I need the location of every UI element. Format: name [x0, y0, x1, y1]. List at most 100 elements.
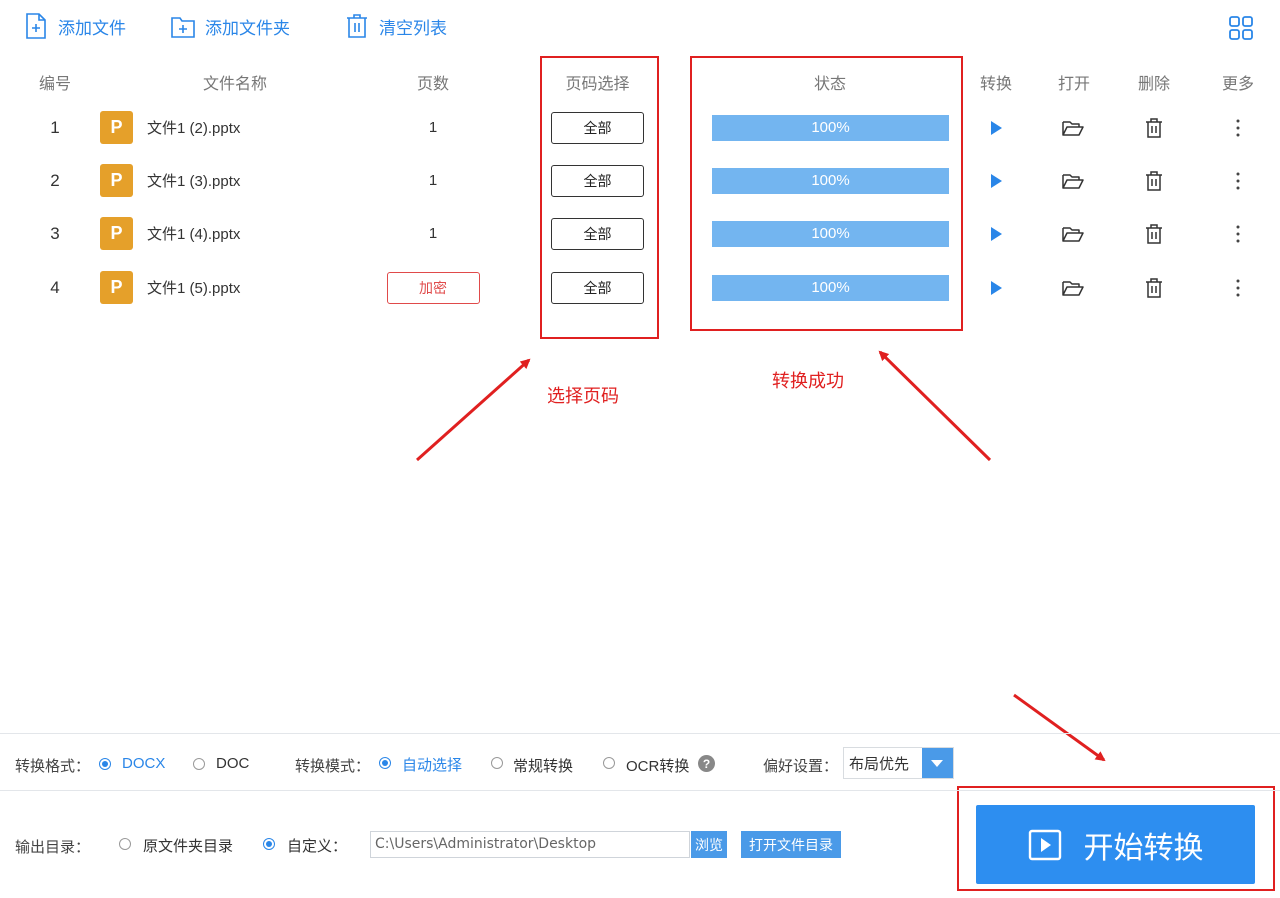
delete-button[interactable]: [1134, 207, 1174, 260]
row-number: 2: [50, 170, 60, 190]
mode-auto-label[interactable]: 自动选择: [402, 754, 462, 775]
start-convert-label: 开始转换: [1083, 831, 1204, 865]
grid-view-icon[interactable]: [1228, 15, 1254, 41]
file-cell: P 文件1 (3).pptx: [100, 154, 380, 207]
page-select-highlight-box: [540, 56, 659, 339]
start-convert-button[interactable]: 开始转换: [976, 805, 1255, 884]
row-number: 3: [50, 223, 60, 243]
file-cell: P 文件1 (4).pptx: [100, 207, 380, 260]
page-count: 1: [428, 119, 438, 136]
pptx-file-icon: P: [100, 217, 133, 250]
more-button[interactable]: [1218, 261, 1258, 314]
open-directory-button[interactable]: 打开文件目录: [741, 831, 841, 858]
pptx-file-icon: P: [100, 271, 133, 304]
divider: [0, 790, 1280, 791]
browse-button[interactable]: 浏览: [691, 831, 727, 858]
clear-list-button[interactable]: 清空列表: [345, 10, 447, 42]
open-folder-button[interactable]: [1053, 261, 1093, 314]
trash-icon: [1146, 277, 1162, 298]
mode-ocr-radio[interactable]: [603, 757, 615, 769]
pptx-file-icon: P: [100, 164, 133, 197]
more-dots-icon: [1236, 225, 1240, 242]
format-doc-radio[interactable]: [193, 758, 205, 770]
custom-dir-radio[interactable]: [263, 838, 275, 850]
more-button[interactable]: [1218, 101, 1258, 154]
custom-dir-label[interactable]: 自定义：: [287, 835, 347, 856]
add-file-label: 添加文件: [58, 18, 126, 38]
mode-auto-radio[interactable]: [379, 757, 391, 769]
format-docx-radio[interactable]: [99, 758, 111, 770]
play-icon: [991, 280, 1002, 295]
add-file-button[interactable]: 添加文件: [24, 10, 126, 42]
add-folder-icon: [171, 17, 195, 38]
header-delete: 删除: [1137, 76, 1170, 93]
play-icon: [991, 226, 1002, 241]
row-number: 4: [50, 277, 60, 297]
format-docx-label[interactable]: DOCX: [122, 755, 165, 772]
original-dir-label[interactable]: 原文件夹目录: [143, 835, 233, 856]
page-count-cell: 加密: [383, 261, 483, 314]
status-highlight-box: [690, 56, 963, 331]
select-pages-annotation: 选择页码: [547, 386, 619, 406]
open-folder-button[interactable]: [1053, 207, 1093, 260]
output-dir-label: 输出目录：: [15, 839, 91, 856]
header-file-name: 文件名称: [202, 76, 267, 93]
add-file-icon: [26, 13, 46, 39]
add-folder-button[interactable]: 添加文件夹: [171, 10, 290, 42]
convert-button[interactable]: [976, 261, 1016, 314]
format-doc-label[interactable]: DOC: [216, 755, 249, 772]
play-icon: [991, 173, 1002, 188]
more-dots-icon: [1236, 172, 1240, 189]
divider: [0, 733, 1280, 734]
preference-label: 偏好设置：: [763, 758, 839, 775]
play-box-icon: [1028, 829, 1061, 860]
more-dots-icon: [1236, 279, 1240, 296]
chevron-down-icon[interactable]: [921, 748, 953, 778]
trash-icon: [347, 14, 367, 38]
convert-button[interactable]: [976, 207, 1016, 260]
toolbar: 添加文件 添加文件夹 清空列表: [0, 0, 1280, 52]
clear-list-label: 清空列表: [379, 18, 447, 38]
folder-open-icon: [1062, 120, 1084, 136]
file-name: 文件1 (3).pptx: [147, 173, 241, 190]
convert-success-annotation: 转换成功: [772, 371, 844, 391]
preference-dropdown[interactable]: 布局优先: [843, 747, 954, 779]
row-number: 1: [50, 117, 60, 137]
trash-icon: [1146, 223, 1162, 244]
file-cell: P 文件1 (2).pptx: [100, 101, 380, 154]
help-icon[interactable]: ?: [698, 755, 715, 772]
delete-button[interactable]: [1134, 101, 1174, 154]
arrow-to-status: [878, 350, 992, 462]
output-path-input[interactable]: C:\Users\Administrator\Desktop: [370, 831, 690, 858]
format-label: 转换格式：: [15, 758, 91, 775]
mode-normal-radio[interactable]: [491, 757, 503, 769]
folder-open-icon: [1062, 280, 1084, 296]
header-number: 编号: [38, 76, 71, 93]
trash-icon: [1146, 170, 1162, 191]
file-name: 文件1 (4).pptx: [147, 226, 241, 243]
convert-button[interactable]: [976, 101, 1016, 154]
file-name: 文件1 (2).pptx: [147, 120, 241, 137]
header-more: 更多: [1221, 76, 1254, 93]
mode-label: 转换模式：: [295, 758, 371, 775]
file-name: 文件1 (5).pptx: [147, 280, 241, 297]
mode-ocr-label[interactable]: OCR转换: [626, 755, 689, 776]
file-cell: P 文件1 (5).pptx: [100, 261, 380, 314]
more-button[interactable]: [1218, 207, 1258, 260]
add-folder-label: 添加文件夹: [205, 18, 290, 38]
encrypted-badge[interactable]: 加密: [386, 271, 480, 304]
more-button[interactable]: [1218, 154, 1258, 207]
preference-value: 布局优先: [849, 755, 910, 773]
original-dir-radio[interactable]: [119, 838, 131, 850]
delete-button[interactable]: [1134, 261, 1174, 314]
open-folder-button[interactable]: [1053, 101, 1093, 154]
open-folder-button[interactable]: [1053, 154, 1093, 207]
page-count: 1: [428, 225, 438, 242]
convert-button[interactable]: [976, 154, 1016, 207]
header-pages: 页数: [416, 76, 449, 93]
arrow-to-start-button: [1013, 693, 1106, 762]
play-icon: [991, 120, 1002, 135]
mode-normal-label[interactable]: 常规转换: [513, 755, 573, 776]
delete-button[interactable]: [1134, 154, 1174, 207]
pptx-file-icon: P: [100, 111, 133, 144]
